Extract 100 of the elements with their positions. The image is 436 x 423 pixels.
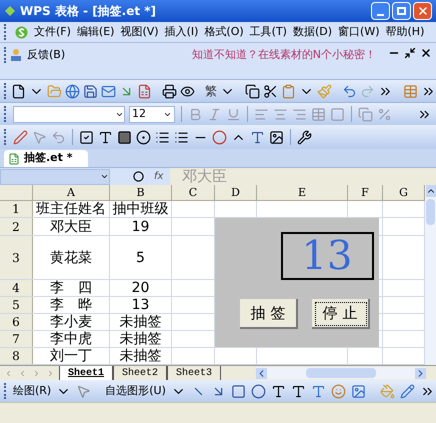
save-icon[interactable] (83, 84, 98, 98)
horizontal-scrollbar[interactable] (256, 367, 426, 379)
table-cell: 邓大臣 (50, 220, 92, 234)
rectangle-icon[interactable] (230, 384, 246, 398)
ellipse-icon[interactable] (250, 384, 266, 398)
document-tab[interactable]: 抽签.et * (4, 150, 88, 167)
new-file-icon[interactable] (11, 84, 26, 98)
next-sheet-icon[interactable] (32, 368, 41, 378)
bold-icon[interactable] (188, 106, 203, 122)
undo-icon[interactable] (51, 130, 66, 144)
listbox-control-icon[interactable] (155, 130, 170, 144)
column-header[interactable]: C (172, 185, 215, 200)
print-icon[interactable] (162, 84, 177, 98)
undo-icon[interactable] (342, 84, 357, 98)
table-cell: 20 (132, 281, 150, 295)
function-label[interactable]: fx (154, 169, 170, 184)
checkbox-control-icon[interactable] (79, 130, 94, 144)
row-header[interactable]: 7 (0, 331, 33, 347)
menu-item[interactable]: 数据(D) (292, 24, 332, 40)
merge-icon[interactable] (311, 106, 326, 122)
spreadsheet-icon (8, 152, 20, 164)
scroll-left-icon[interactable] (256, 368, 267, 378)
row-header[interactable]: 1 (0, 201, 33, 217)
align-left-icon[interactable] (254, 106, 269, 122)
image-control-icon[interactable] (269, 130, 284, 144)
column-header[interactable]: E (257, 185, 348, 200)
table-cell: 黄花菜 (50, 250, 92, 264)
export-icon[interactable] (137, 84, 152, 98)
row-header[interactable]: 5 (0, 297, 33, 313)
copy-icon[interactable] (245, 84, 260, 98)
window-title: WPS 表格 - [抽签.et *] (20, 3, 158, 20)
pointer-icon[interactable] (32, 130, 47, 144)
spin-control-icon[interactable] (212, 130, 227, 144)
menu-item[interactable]: 工具(T) (250, 24, 287, 40)
menu-item[interactable]: 文件(F) (34, 24, 71, 40)
menu-item[interactable]: 插入(I) (164, 24, 198, 40)
menu-item[interactable]: 编辑(E) (76, 24, 114, 40)
font-size-field[interactable]: 12 (129, 106, 175, 122)
close-icon[interactable] (420, 47, 432, 59)
promo-link[interactable]: 知道不知道？在线素材的N个小秘密！ (192, 47, 376, 64)
close-button[interactable] (413, 2, 432, 20)
italic-icon[interactable] (207, 106, 222, 122)
column-header[interactable]: A (33, 185, 110, 200)
vertical-scrollbar[interactable] (425, 185, 436, 365)
radio-control-icon[interactable] (136, 130, 151, 144)
row-header[interactable]: 8 (0, 348, 33, 364)
menu-item[interactable]: 帮助(H) (386, 24, 424, 40)
maximize-button[interactable] (392, 2, 411, 20)
first-sheet-icon[interactable] (4, 368, 13, 378)
scroll-thumb[interactable] (426, 199, 435, 225)
convert-button[interactable]: 繁 (205, 82, 217, 100)
tools-icon[interactable] (297, 130, 312, 144)
cut-icon[interactable] (263, 84, 278, 98)
column-header[interactable]: F (348, 185, 383, 200)
row-header[interactable]: 2 (0, 218, 33, 235)
scroll-up-icon[interactable] (426, 185, 436, 197)
sheet-tab[interactable]: Sheet1 (59, 366, 114, 380)
percent-icon[interactable] (377, 106, 392, 122)
last-sheet-icon[interactable] (46, 368, 55, 378)
feedback-menu[interactable]: 反馈(B) (27, 47, 66, 64)
panel-button[interactable]: 抽 签 (240, 299, 298, 329)
column-header[interactable]: D (215, 185, 257, 200)
menu-item[interactable]: 视图(V) (120, 24, 159, 40)
picture-icon[interactable] (350, 384, 366, 398)
panel-button[interactable]: 停 止 (312, 299, 370, 329)
align-center-icon[interactable] (273, 106, 288, 122)
line-color-icon[interactable] (400, 384, 415, 398)
align-right-icon[interactable] (292, 106, 307, 122)
table-cell: 5 (136, 250, 145, 264)
text-box-icon[interactable] (270, 384, 286, 398)
previous-sheet-icon[interactable] (18, 368, 27, 378)
scroll-right-icon[interactable] (415, 368, 426, 378)
fill-color-icon[interactable] (380, 384, 395, 398)
sheet-tab[interactable]: Sheet2 (113, 366, 168, 380)
globe-icon[interactable] (65, 84, 80, 98)
border-icon[interactable] (330, 106, 345, 122)
person-icon[interactable] (9, 47, 23, 61)
table-cell: 未抽签 (120, 332, 162, 346)
mail-icon[interactable] (101, 84, 116, 98)
row-header[interactable]: 3 (0, 236, 33, 279)
preview-icon[interactable] (180, 84, 195, 98)
restore-icon[interactable] (404, 47, 416, 59)
pointer-icon[interactable] (76, 384, 92, 398)
minimize-button[interactable] (371, 2, 390, 20)
draw-menu-button[interactable]: 绘图(R) (13, 382, 52, 400)
scroll-thumb[interactable] (306, 368, 376, 378)
column-header[interactable]: B (110, 185, 172, 200)
label-control-icon[interactable] (250, 130, 265, 144)
font-name-field[interactable] (13, 106, 125, 122)
word-art-icon[interactable] (310, 384, 326, 398)
design-mode-icon[interactable] (13, 130, 28, 144)
menu-item[interactable]: 窗口(W) (338, 24, 380, 40)
button-control-icon[interactable] (117, 130, 132, 144)
menu-item[interactable]: 格式(O) (204, 24, 244, 40)
row-header[interactable]: 4 (0, 280, 33, 296)
row-header[interactable]: 6 (0, 314, 33, 330)
sheet-tab[interactable]: Sheet3 (167, 366, 222, 380)
autoshape-menu-button[interactable]: 自选图形(U) (105, 382, 166, 400)
textbox-control-icon[interactable] (98, 130, 113, 144)
underline-icon[interactable] (226, 106, 241, 122)
